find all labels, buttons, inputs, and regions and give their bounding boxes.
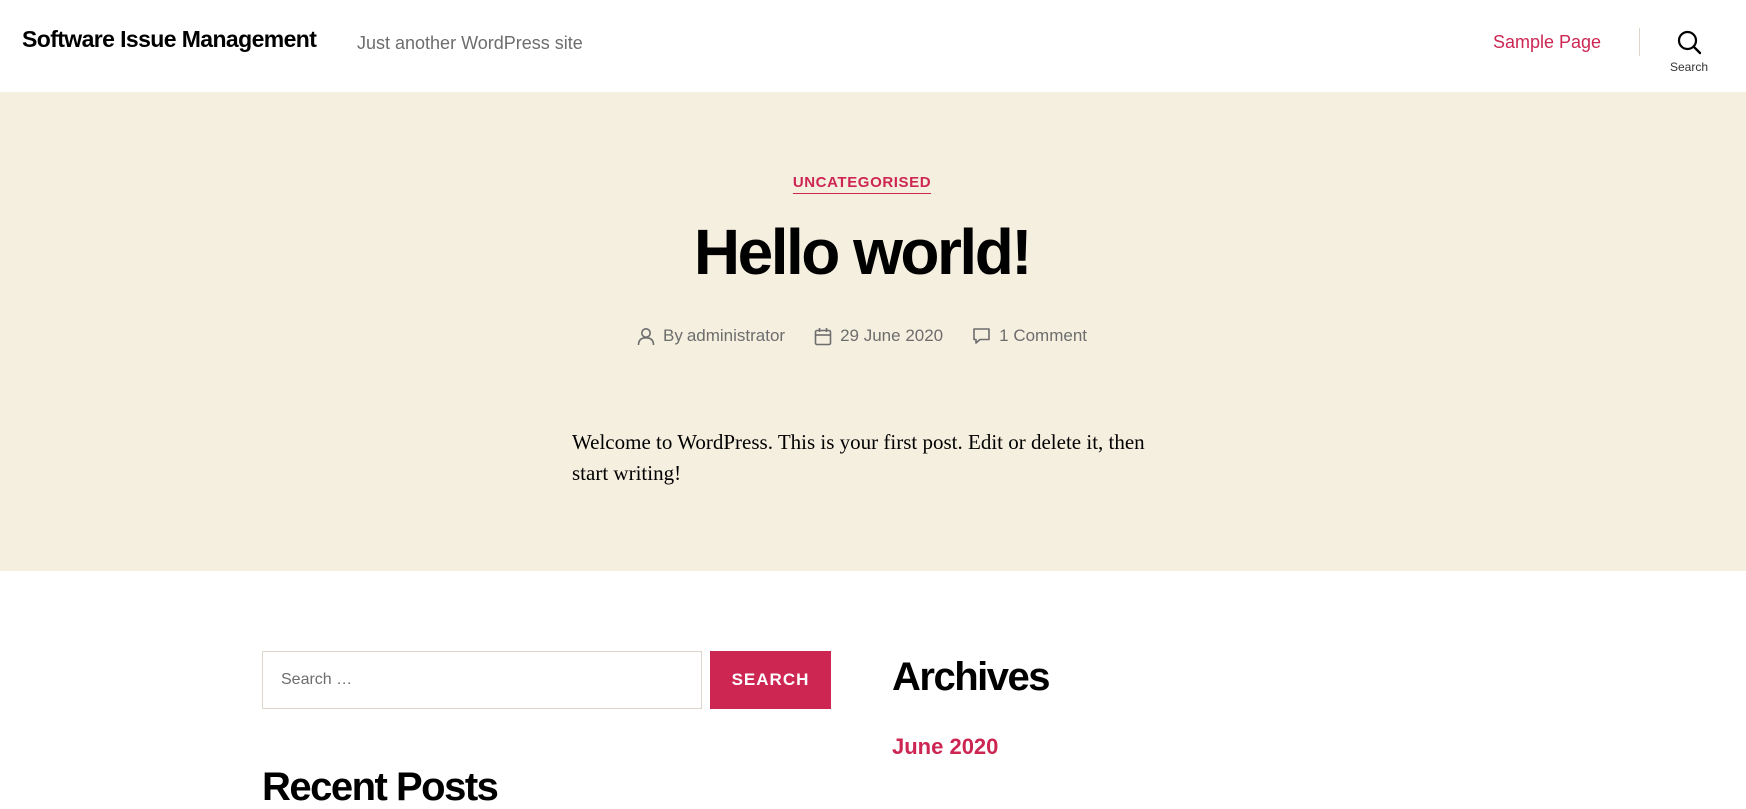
post-date: 29 June 2020 bbox=[814, 326, 943, 346]
site-title[interactable]: Software Issue Management bbox=[22, 26, 317, 53]
nav-item-sample-page[interactable]: Sample Page bbox=[1493, 32, 1601, 53]
post-category: Uncategorised bbox=[0, 174, 1724, 194]
post-comments: 1 Comment bbox=[972, 326, 1087, 346]
category-link[interactable]: Uncategorised bbox=[792, 174, 932, 194]
comment-icon bbox=[972, 327, 991, 345]
search-submit-button[interactable]: Search bbox=[710, 651, 831, 709]
header-divider bbox=[1639, 28, 1640, 56]
archive-link[interactable]: June 2020 bbox=[892, 734, 998, 760]
search-toggle-label: Search bbox=[1669, 60, 1709, 74]
post-meta: By administrator 29 June 2020 1 Comment bbox=[0, 326, 1724, 346]
site-header: Software Issue Management Just another W… bbox=[0, 0, 1746, 92]
comments-link[interactable]: 1 Comment bbox=[999, 326, 1087, 346]
search-input[interactable] bbox=[262, 651, 702, 709]
post-content: Welcome to WordPress. This is your first… bbox=[572, 430, 1145, 485]
archives-widget-title: Archives bbox=[892, 655, 1050, 699]
recent-posts-widget-title: Recent Posts bbox=[262, 765, 499, 809]
author-prefix: By bbox=[662, 326, 683, 345]
post-title: Hello world! bbox=[693, 216, 1033, 288]
date-link[interactable]: 29 June 2020 bbox=[840, 326, 943, 346]
search-icon bbox=[1656, 30, 1722, 55]
search-widget: Search bbox=[262, 651, 831, 709]
search-toggle-button[interactable]: Search bbox=[1656, 26, 1722, 80]
user-icon bbox=[637, 327, 655, 346]
site-description: Just another WordPress site bbox=[357, 33, 583, 53]
post-author: By administrator bbox=[637, 326, 785, 346]
calendar-icon bbox=[814, 327, 832, 346]
author-link[interactable]: administrator bbox=[687, 326, 785, 346]
post-header: Uncategorised Hello world! By administra… bbox=[0, 92, 1746, 571]
